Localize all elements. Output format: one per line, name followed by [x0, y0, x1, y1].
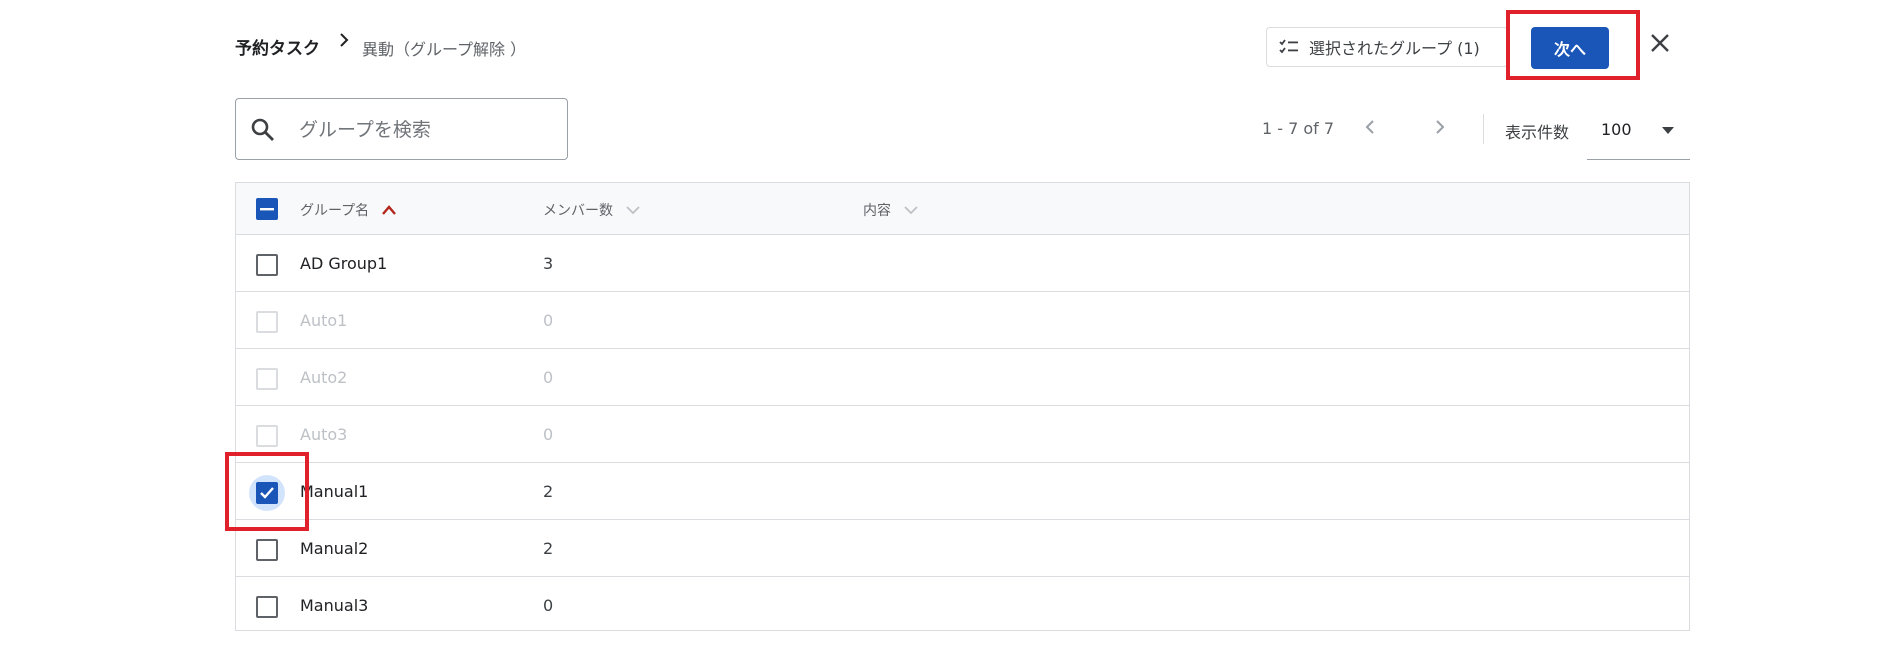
table-row[interactable]: AD Group1 3: [236, 235, 1689, 292]
table-row[interactable]: Manual1 2: [236, 463, 1689, 520]
column-header-member-count[interactable]: メンバー数: [543, 200, 641, 220]
row-checkbox: [256, 425, 278, 447]
selected-groups-label: 選択されたグループ (1): [1309, 39, 1480, 58]
chevron-down-icon: [626, 206, 640, 215]
member-count-cell: 0: [543, 596, 554, 615]
row-checkbox: [256, 311, 278, 333]
column-label: メンバー数: [543, 203, 613, 219]
chevron-down-icon: [904, 206, 918, 215]
member-count-cell: 3: [543, 254, 554, 273]
column-label: 内容: [863, 203, 891, 219]
selected-groups-button[interactable]: 選択されたグループ (1): [1266, 27, 1508, 67]
pagination-range: 1 - 7 of 7: [1262, 119, 1335, 138]
per-page-value: 100: [1601, 120, 1632, 139]
breadcrumb-root[interactable]: 予約タスク: [235, 34, 320, 59]
table-row: Auto1 0: [236, 292, 1689, 349]
member-count-cell: 0: [543, 311, 554, 330]
member-count-cell: 0: [543, 425, 554, 444]
checklist-icon: [1279, 39, 1298, 54]
search-input[interactable]: [297, 113, 551, 147]
chevron-left-icon[interactable]: [1360, 117, 1380, 141]
column-header-description[interactable]: 内容: [863, 200, 919, 220]
table-row: Auto3 0: [236, 406, 1689, 463]
groups-table: グループ名 メンバー数 内容 AD Group1 3 Auto1 0 Auto2…: [235, 182, 1690, 631]
divider: [1483, 114, 1484, 144]
member-count-cell: 0: [543, 368, 554, 387]
table-row[interactable]: Manual2 2: [236, 520, 1689, 577]
member-count-cell: 2: [543, 539, 554, 558]
highlight-box-checkbox: [225, 452, 309, 531]
group-name-cell: AD Group1: [300, 254, 388, 273]
group-name-cell: Manual1: [300, 482, 369, 501]
search-icon: [251, 118, 274, 141]
chevron-right-icon: [334, 30, 354, 54]
column-label: グループ名: [300, 203, 370, 219]
group-name-cell: Auto3: [300, 425, 348, 444]
group-name-cell: Manual2: [300, 539, 369, 558]
breadcrumb-current: 異動（グループ解除 ）: [362, 40, 527, 59]
row-checkbox[interactable]: [256, 539, 278, 561]
search-box: [235, 98, 568, 160]
select-all-checkbox[interactable]: [256, 198, 278, 220]
row-checkbox[interactable]: [256, 596, 278, 618]
sort-ascending-icon: [382, 205, 397, 215]
table-row[interactable]: Manual3 0: [236, 577, 1689, 634]
per-page-label: 表示件数: [1505, 123, 1570, 142]
row-checkbox: [256, 368, 278, 390]
group-name-cell: Auto1: [300, 311, 348, 330]
member-count-cell: 2: [543, 482, 554, 501]
column-header-group-name[interactable]: グループ名: [300, 200, 397, 220]
close-icon[interactable]: [1649, 32, 1671, 58]
row-checkbox[interactable]: [256, 254, 278, 276]
group-name-cell: Auto2: [300, 368, 348, 387]
highlight-box-next: [1506, 10, 1640, 80]
table-row: Auto2 0: [236, 349, 1689, 406]
minus-icon: [260, 208, 274, 211]
table-header: グループ名 メンバー数 内容: [236, 183, 1689, 235]
group-name-cell: Manual3: [300, 596, 369, 615]
caret-down-icon: [1662, 127, 1674, 134]
chevron-right-icon[interactable]: [1430, 117, 1450, 141]
per-page-select[interactable]: 100: [1587, 108, 1690, 160]
